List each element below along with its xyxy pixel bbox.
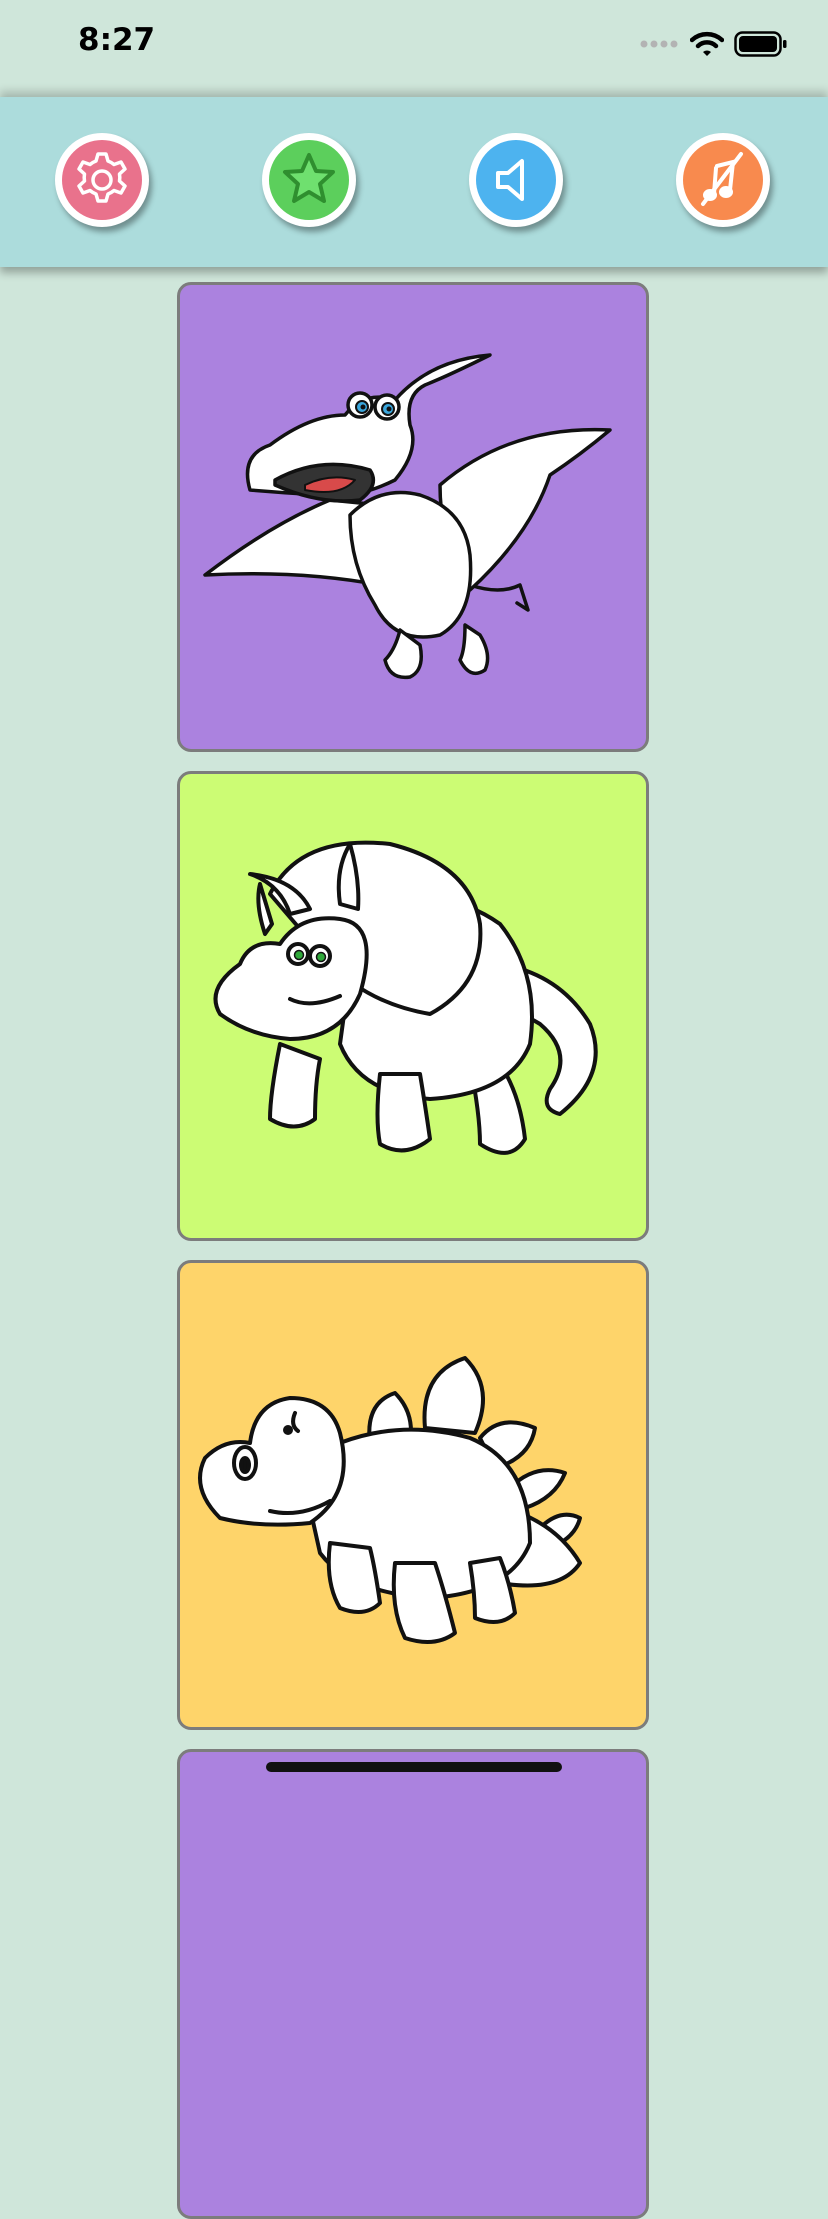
coloring-card-stegosaurus[interactable]: [177, 1260, 649, 1730]
settings-button[interactable]: [55, 133, 149, 227]
speaker-icon: [476, 140, 556, 220]
signal-icon: [640, 40, 678, 48]
toolbar: [0, 97, 828, 267]
status-time: 8:27: [78, 22, 156, 58]
music-button-face: [683, 140, 763, 220]
pterodactyl-image: [203, 353, 612, 680]
music-button[interactable]: [676, 133, 770, 227]
coloring-card-triceratops[interactable]: [177, 771, 649, 1241]
status-bar: 8:27: [0, 0, 828, 92]
star-icon: [269, 140, 349, 220]
favorites-button[interactable]: [262, 133, 356, 227]
sound-button-face: [476, 140, 556, 220]
stegosaurus-image: [198, 1356, 582, 1644]
home-indicator[interactable]: [266, 1762, 562, 1772]
triceratops-image: [213, 840, 598, 1155]
wifi-icon: [690, 31, 724, 56]
music-off-icon: [683, 140, 763, 220]
sound-button[interactable]: [469, 133, 563, 227]
gear-icon: [62, 140, 142, 220]
battery-icon: [734, 31, 787, 57]
favorites-button-face: [269, 140, 349, 220]
status-icons: [640, 28, 788, 60]
settings-button-face: [62, 140, 142, 220]
coloring-card-partial[interactable]: [177, 1749, 649, 2219]
coloring-card-pterodactyl[interactable]: [177, 282, 649, 752]
